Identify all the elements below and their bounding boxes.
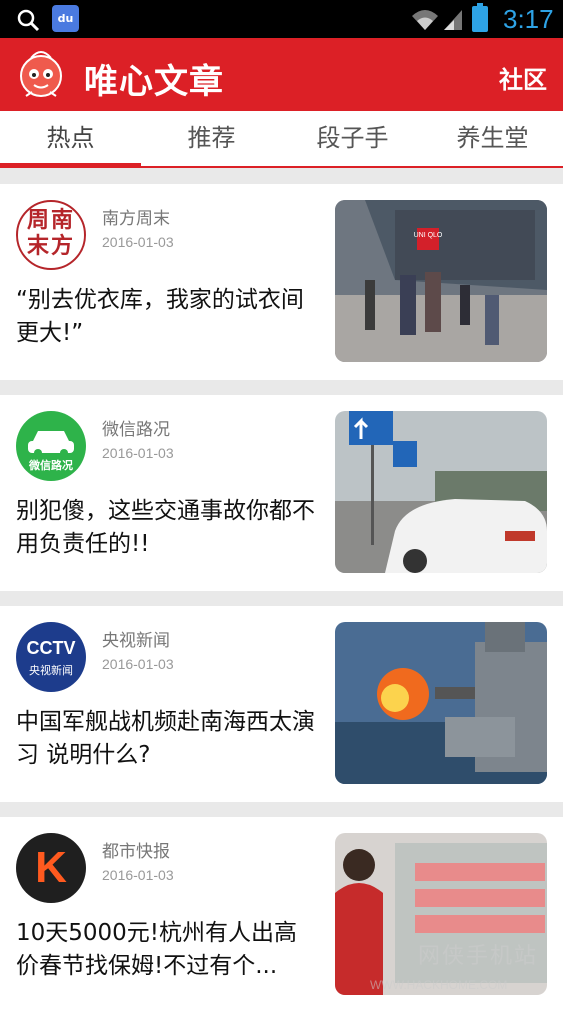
tab-label: 推荐 [187, 124, 236, 152]
article-headline[interactable]: 10天5000元!杭州有人出高价春节找保姆!不过有个... [16, 917, 316, 983]
search-icon [17, 9, 40, 32]
watermark-url: WWW.HACKHOME.COM [370, 978, 508, 992]
community-button[interactable]: 社区 [499, 60, 547, 95]
tab-label: 热点 [46, 124, 95, 152]
tab-label: 段子手 [316, 124, 389, 152]
avatar-subtext: 央视新闻 [29, 664, 73, 677]
source-avatar: K [16, 833, 86, 903]
source-name: 微信路况 [102, 420, 170, 440]
avatar-text: K [35, 843, 67, 892]
source-avatar: CCTV 央视新闻 [16, 622, 86, 692]
tab-jokes[interactable]: 段子手 [282, 111, 423, 166]
app-title: 唯心文章 [84, 62, 224, 102]
tab-health[interactable]: 养生堂 [422, 111, 563, 166]
publish-date: 2016-01-03 [102, 656, 174, 672]
article-card[interactable]: 周南末方 南方周末 2016-01-03 “别去优衣库，我家的试衣间更大!” U… [0, 184, 563, 380]
app-bar: 唯心文章 社区 [0, 38, 563, 111]
article-thumbnail [335, 411, 547, 573]
publish-date: 2016-01-03 [102, 867, 174, 883]
tab-hot[interactable]: 热点 [0, 111, 141, 168]
avatar-text: 微信路况 [29, 459, 73, 472]
article-thumbnail [335, 622, 547, 784]
app-logo-icon [20, 51, 62, 97]
article-headline[interactable]: 中国军舰战机频赴南海西太演习 说明什么? [16, 706, 316, 772]
source-name: 都市快报 [102, 842, 170, 862]
wifi-icon [412, 10, 438, 30]
watermark-text: 网侠手机站 [418, 944, 539, 969]
article-headline[interactable]: 别犯傻，这些交通事故你都不用负责任的!! [16, 495, 316, 561]
status-bar: du 3:17 [0, 0, 563, 38]
source-avatar: 微信路况 [16, 411, 86, 481]
store-sign: UNI QLO [414, 232, 443, 239]
publish-date: 2016-01-03 [102, 445, 174, 461]
tab-label: 养生堂 [456, 124, 529, 152]
tab-recommend[interactable]: 推荐 [141, 111, 282, 166]
article-headline[interactable]: “别去优衣库，我家的试衣间更大!” [16, 284, 316, 350]
source-name: 南方周末 [102, 209, 170, 229]
article-thumbnail: UNI QLO [335, 200, 547, 362]
baidu-paw-icon: du [52, 5, 79, 32]
avatar-text: 周南末方 [26, 208, 75, 259]
watermark: 网侠手机站 WWW.HACKHOME.COM [370, 930, 560, 1000]
publish-date: 2016-01-03 [102, 234, 174, 250]
category-tabs: 热点 推荐 段子手 养生堂 [0, 111, 563, 168]
battery-icon [472, 3, 488, 32]
clock: 3:17 [503, 4, 554, 34]
signal-icon [444, 10, 462, 30]
article-card[interactable]: 微信路况 微信路况 2016-01-03 别犯傻，这些交通事故你都不用负责任的!… [0, 395, 563, 591]
avatar-text: CCTV [26, 638, 76, 658]
source-name: 央视新闻 [102, 631, 170, 651]
article-card[interactable]: CCTV 央视新闻 央视新闻 2016-01-03 中国军舰战机频赴南海西太演习… [0, 606, 563, 802]
active-tab-indicator [0, 163, 141, 168]
source-avatar: 周南末方 [16, 200, 86, 270]
